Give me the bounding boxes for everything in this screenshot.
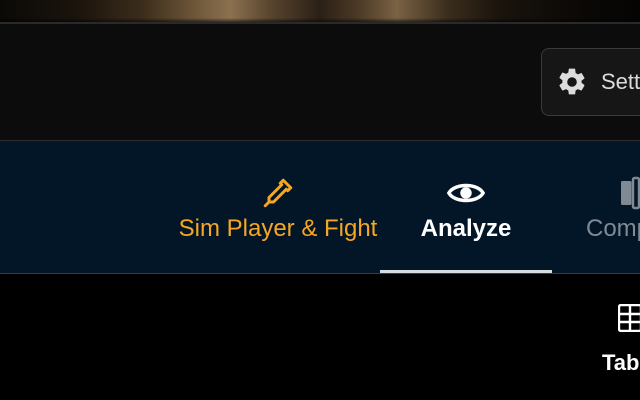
- tab-label: Sim Player & Fight: [178, 215, 378, 242]
- table-icon: [617, 303, 640, 333]
- tab-compare[interactable]: Compare: [578, 141, 640, 273]
- page: Settings Sim Player & Fight Analyze: [0, 0, 640, 400]
- compare-icon: [610, 173, 640, 213]
- hero-image: [0, 0, 640, 22]
- tab-label: Analyze: [420, 215, 512, 242]
- tab-label: Compare: [586, 215, 640, 242]
- active-tab-indicator: [380, 270, 552, 273]
- tab-analyze[interactable]: Analyze: [380, 141, 552, 273]
- eye-icon: [446, 173, 486, 213]
- top-toolbar: Settings: [0, 24, 640, 141]
- table-view-toggle[interactable]: Table: [598, 302, 640, 382]
- settings-button[interactable]: Settings: [541, 48, 640, 116]
- content-area: Table: [0, 274, 640, 400]
- tab-sim-player-fight[interactable]: Sim Player & Fight: [170, 141, 386, 273]
- gear-icon: [556, 66, 588, 98]
- table-label: Table: [602, 350, 640, 375]
- main-tab-bar: Sim Player & Fight Analyze Compare: [0, 141, 640, 274]
- settings-label: Settings: [601, 69, 640, 94]
- eyedropper-icon: [258, 173, 298, 213]
